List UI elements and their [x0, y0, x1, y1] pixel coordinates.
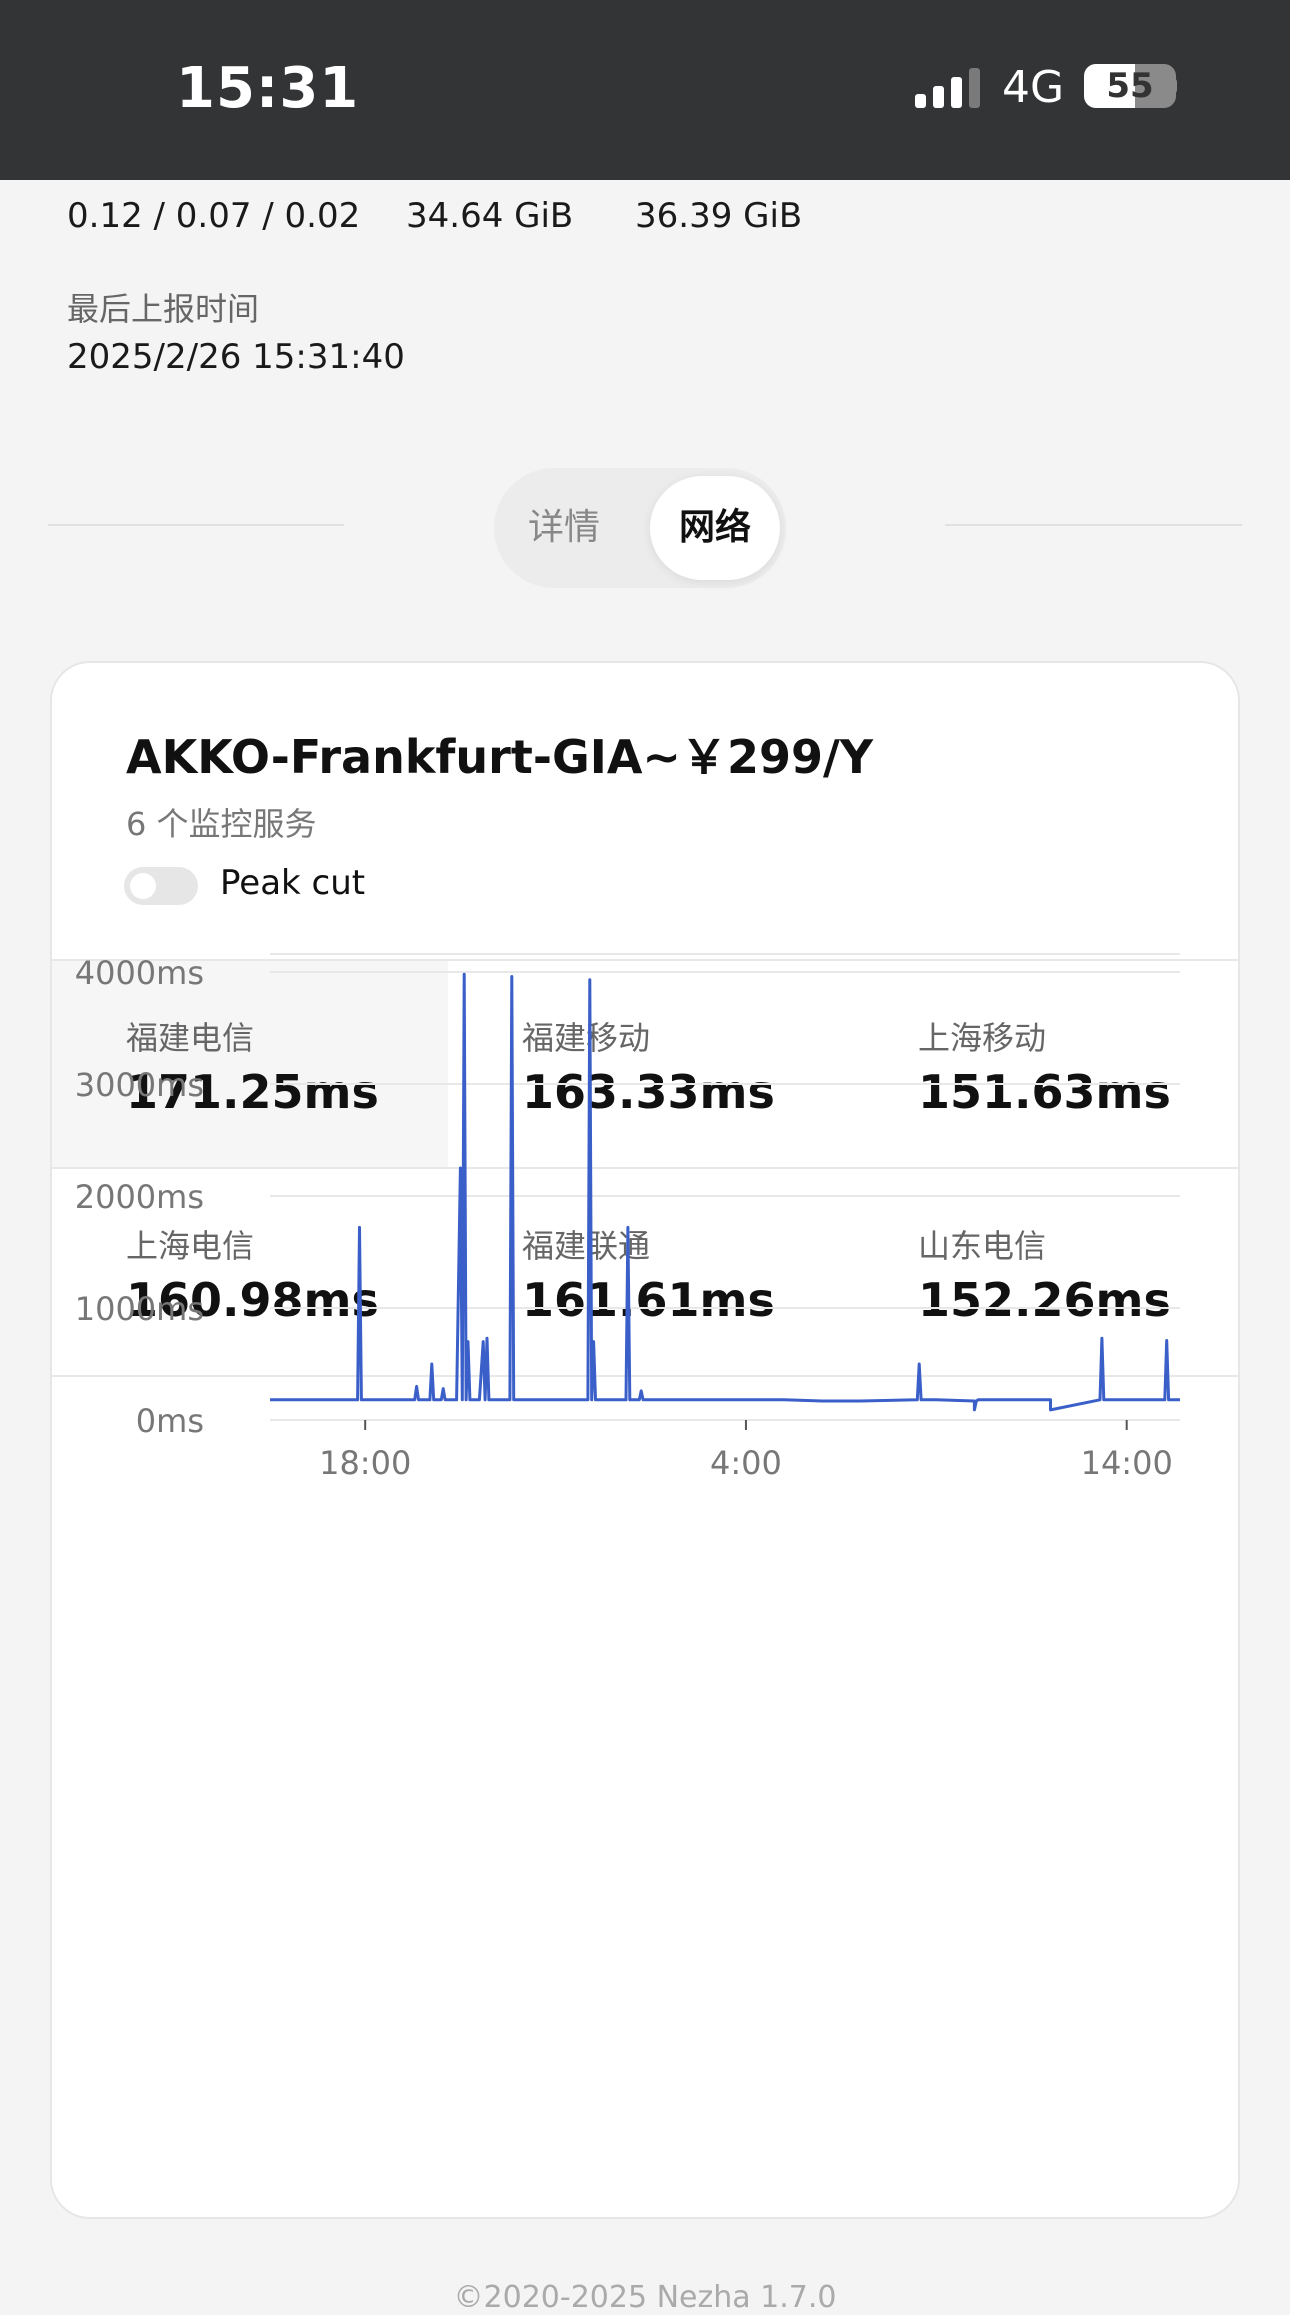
battery-icon: 55	[1084, 64, 1176, 108]
x-tick-label: 14:00	[1081, 1444, 1173, 1482]
tab-switcher: 详情 网络	[494, 468, 786, 588]
tab-details[interactable]: 详情	[514, 468, 614, 588]
y-tick-label: 2000ms	[75, 1178, 204, 1216]
summary-value-3: 36.39 GiB	[635, 196, 803, 236]
tab-divider-left	[48, 524, 344, 526]
x-tick-label: 4:00	[710, 1444, 782, 1482]
summary-value-2: 34.64 GiB	[406, 196, 574, 236]
cellular-signal-icon	[915, 68, 980, 108]
battery-level: 55	[1106, 66, 1154, 106]
status-bar: 15:31 4G 55	[0, 0, 1290, 180]
y-tick-label: 3000ms	[75, 1066, 204, 1104]
network-type: 4G	[1002, 62, 1065, 113]
y-tick-label: 4000ms	[75, 954, 204, 992]
footer-copyright: ©2020-2025 Nezha 1.7.0	[453, 2280, 837, 2315]
y-tick-label: 0ms	[136, 1402, 204, 1440]
tab-divider-right	[945, 524, 1242, 526]
last-report-value: 2025/2/26 15:31:40	[67, 337, 405, 377]
battery-cap	[1170, 78, 1177, 94]
network-card: AKKO-Frankfurt-GIA~￥299/Y 6 个监控服务 Peak c…	[50, 661, 1240, 2219]
latency-series-line	[270, 972, 1180, 1412]
tab-network[interactable]: 网络	[650, 476, 780, 580]
x-tick-label: 18:00	[319, 1444, 411, 1482]
last-report-label: 最后上报时间	[67, 290, 260, 328]
load-average: 0.12 / 0.07 / 0.02	[67, 196, 361, 236]
status-time: 15:31	[176, 56, 360, 121]
latency-chart: 0ms 1000ms 2000ms 3000ms 4000ms 18:00 4:00 14:0…	[75, 953, 1180, 1482]
y-tick-label: 1000ms	[75, 1290, 204, 1328]
